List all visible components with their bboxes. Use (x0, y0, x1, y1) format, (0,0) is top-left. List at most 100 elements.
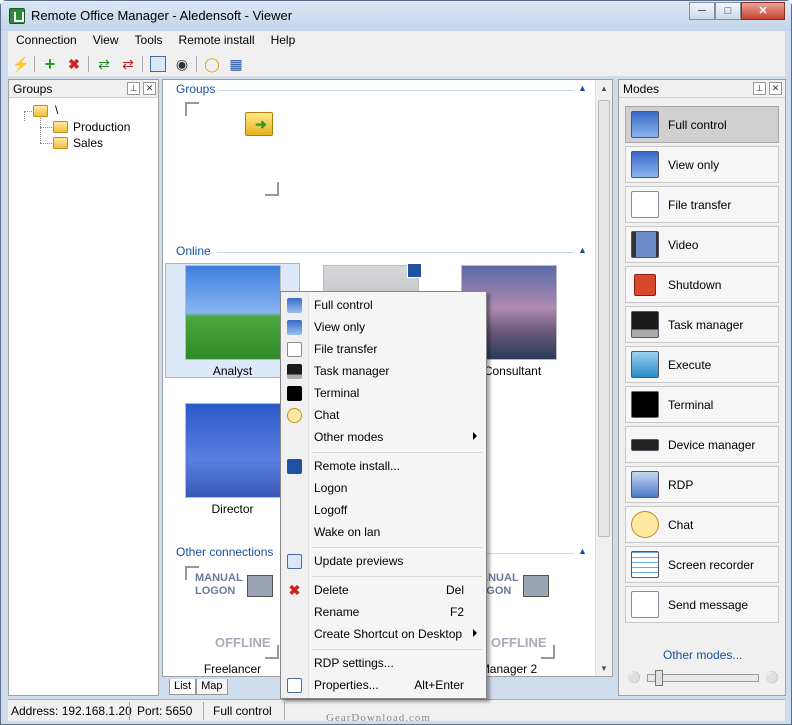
ctx-remote-install[interactable]: Remote install... (281, 456, 486, 478)
full-control-icon (287, 298, 302, 313)
ctx-chat[interactable]: Chat (281, 405, 486, 427)
maximize-button[interactable]: □ (715, 2, 741, 20)
mode-rdp[interactable]: RDP (625, 466, 779, 503)
computer-icon (247, 575, 273, 597)
update-previews-icon (287, 554, 302, 569)
toolbar: ⚡ + ✖ ⇄ ⇄ ◉ ◯ ▦ (8, 51, 785, 77)
remote-install-badge-icon (407, 263, 422, 278)
menu-view[interactable]: View (85, 31, 127, 51)
chat-icon (287, 408, 302, 423)
ctx-rdp-settings[interactable]: RDP settings... (281, 653, 486, 675)
binoculars-icon[interactable]: ◉ (174, 56, 190, 72)
execute-icon (631, 351, 659, 378)
mode-view-only[interactable]: View only (625, 146, 779, 183)
ctx-view-only[interactable]: View only (281, 317, 486, 339)
minimize-button[interactable]: ─ (689, 2, 715, 20)
app-logo-icon (9, 8, 25, 24)
chat-icon (631, 511, 659, 538)
section-online-heading: Online (176, 244, 211, 258)
title-bar[interactable]: Remote Office Manager - Aledensoft - Vie… (1, 1, 791, 31)
ctx-terminal[interactable]: Terminal (281, 383, 486, 405)
zoom-slider-thumb[interactable] (655, 670, 663, 686)
add-icon[interactable]: + (42, 55, 58, 73)
menu-connection[interactable]: Connection (8, 31, 85, 51)
ctx-task-manager[interactable]: Task manager (281, 361, 486, 383)
mode-video[interactable]: Video (625, 226, 779, 263)
scroll-up-icon[interactable]: ▲ (600, 84, 608, 93)
connect-icon[interactable]: ⚡ (12, 56, 29, 72)
context-menu: Full control View only File transfer Tas… (280, 291, 487, 699)
file-transfer-icon (631, 191, 659, 218)
menu-help[interactable]: Help (263, 31, 304, 51)
ctx-update-previews[interactable]: Update previews (281, 551, 486, 573)
chat-icon[interactable]: ◯ (204, 56, 220, 72)
mode-file-transfer[interactable]: File transfer (625, 186, 779, 223)
tab-list[interactable]: List (169, 679, 197, 695)
menu-remote-install[interactable]: Remote install (171, 31, 263, 51)
mode-send-message[interactable]: Send message (625, 586, 779, 623)
ctx-logoff[interactable]: Logoff (281, 500, 486, 522)
full-control-icon (631, 111, 659, 138)
tree-root[interactable]: \ (55, 103, 58, 117)
submenu-arrow-icon (473, 432, 477, 440)
remote-install-icon[interactable]: ▦ (228, 56, 244, 72)
pin-icon[interactable]: ⊥ (753, 82, 766, 95)
status-address: Address: 192.168.1.20 (11, 704, 132, 718)
panel-close-icon[interactable]: ✕ (143, 82, 156, 95)
pin-icon[interactable]: ⊥ (127, 82, 140, 95)
computer-thumbnail[interactable] (185, 265, 281, 360)
mode-device-manager[interactable]: Device manager (625, 426, 779, 463)
tree-item-sales[interactable]: Sales (73, 136, 103, 150)
screen-recorder-icon (631, 551, 659, 578)
menu-tools[interactable]: Tools (127, 31, 171, 51)
device-manager-icon (631, 439, 659, 451)
ctx-delete[interactable]: ✖ Delete Del (281, 580, 486, 602)
computer-thumbnail[interactable] (185, 403, 281, 498)
close-button[interactable]: ✕ (741, 2, 785, 20)
zoom-out-icon[interactable]: ⚪ (627, 671, 641, 684)
mode-full-control[interactable]: Full control (625, 106, 779, 143)
ctx-full-control[interactable]: Full control (281, 295, 486, 317)
panel-close-icon[interactable]: ✕ (769, 82, 782, 95)
vertical-scrollbar[interactable]: ▲ ▼ (595, 80, 612, 676)
collapse-online-icon[interactable]: ▲ (578, 245, 587, 255)
section-groups-heading: Groups (176, 82, 216, 96)
delete-icon: ✖ (288, 582, 301, 598)
computer-icon (523, 575, 549, 597)
ctx-create-shortcut[interactable]: Create Shortcut on Desktop (281, 624, 486, 646)
refresh-icon[interactable]: ⇄ (96, 56, 112, 72)
open-folder-icon[interactable]: ➜ (245, 112, 273, 136)
ctx-other-modes[interactable]: Other modes (281, 427, 486, 449)
mode-shutdown[interactable]: Shutdown (625, 266, 779, 303)
mode-terminal[interactable]: Terminal (625, 386, 779, 423)
status-port: Port: 5650 (137, 704, 193, 718)
tree-item-production[interactable]: Production (73, 120, 130, 134)
collapse-other-icon[interactable]: ▲ (578, 546, 587, 556)
other-modes-link[interactable]: Other modes... (663, 648, 742, 662)
manual-logon-text: MANUAL LOGON (195, 572, 243, 597)
scroll-down-icon[interactable]: ▼ (600, 664, 608, 673)
remote-install-icon (287, 459, 302, 474)
scroll-thumb[interactable] (598, 100, 610, 537)
mode-task-manager[interactable]: Task manager (625, 306, 779, 343)
mode-execute[interactable]: Execute (625, 346, 779, 383)
folder-icon (53, 137, 68, 149)
toolbar-separator (196, 56, 197, 72)
toolbar-separator (34, 56, 35, 72)
ctx-properties[interactable]: Properties... Alt+Enter (281, 675, 486, 697)
view-only-icon (287, 320, 302, 335)
tab-map[interactable]: Map (196, 679, 228, 695)
ctx-logon[interactable]: Logon (281, 478, 486, 500)
delete-icon[interactable]: ✖ (66, 56, 82, 72)
zoom-in-icon[interactable]: ⚪ (765, 671, 779, 684)
rdp-icon (631, 471, 659, 498)
grid-view-icon[interactable] (150, 56, 166, 72)
ctx-rename[interactable]: Rename F2 (281, 602, 486, 624)
ctx-wake-on-lan[interactable]: Wake on lan (281, 522, 486, 544)
collapse-groups-icon[interactable]: ▲ (578, 83, 587, 93)
mode-chat[interactable]: Chat (625, 506, 779, 543)
zoom-slider[interactable]: ⚪ ⚪ (625, 670, 779, 686)
refresh-all-icon[interactable]: ⇄ (120, 56, 136, 72)
ctx-file-transfer[interactable]: File transfer (281, 339, 486, 361)
mode-screen-recorder[interactable]: Screen recorder (625, 546, 779, 583)
